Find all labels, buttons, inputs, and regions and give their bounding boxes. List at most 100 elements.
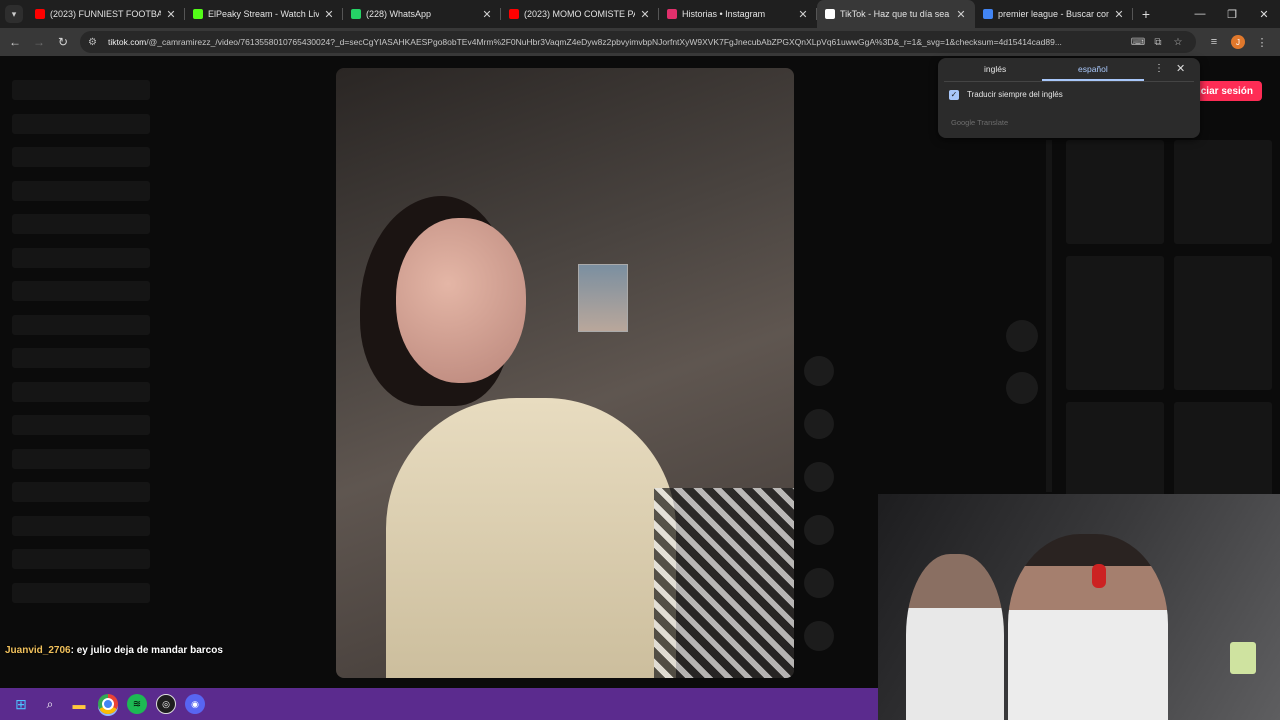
video-subject-shirt [386, 398, 676, 678]
streamer-right [1008, 534, 1168, 720]
whatsapp-icon [351, 9, 361, 19]
google-icon [983, 9, 993, 19]
youtube-icon [509, 9, 519, 19]
sidebar-skeleton-row [12, 549, 150, 569]
video-player[interactable] [336, 68, 794, 678]
browser-tab[interactable]: Historias • Instagram ✕ [659, 0, 817, 28]
file-explorer-icon[interactable]: ▬ [69, 694, 89, 714]
sidebar-skeleton-row [12, 180, 150, 201]
tab-title: Historias • Instagram [682, 9, 766, 19]
grid-cell[interactable] [1174, 140, 1272, 244]
obs-icon[interactable]: ◎ [156, 694, 176, 714]
tab-title: (2023) FUNNIEST FOOTBALL M [50, 9, 161, 19]
grid-cell[interactable] [1174, 256, 1272, 390]
action-skeleton[interactable] [804, 515, 834, 545]
windows-start-icon[interactable]: ⊞ [11, 694, 31, 714]
close-icon[interactable]: ✕ [1176, 62, 1185, 75]
webcam-overlay [878, 494, 1280, 720]
grid-row [1066, 140, 1272, 244]
tab-close-icon[interactable]: ✕ [1113, 8, 1125, 21]
chat-message: Juanvid_2706: ey julio deja de mandar ba… [5, 645, 223, 656]
tiktok-icon [825, 9, 835, 19]
prev-video-skeleton[interactable] [1006, 320, 1038, 352]
browser-tab[interactable]: (228) WhatsApp ✕ [343, 0, 501, 28]
sidebar-skeleton [12, 80, 150, 616]
youtube-icon [35, 9, 45, 19]
grid-cell[interactable] [1066, 140, 1164, 244]
sidebar-skeleton-row [12, 415, 150, 435]
action-skeleton[interactable] [804, 462, 834, 492]
grid-row [1066, 256, 1272, 390]
browser-tab[interactable]: TikTok - Haz que tu día sea esp ✕ [817, 0, 975, 28]
address-bar[interactable]: ⚙ tiktok.com/@_camramirezz_/video/761355… [80, 31, 1196, 53]
chat-username: Juanvid_2706 [5, 645, 71, 656]
media-controls-icon[interactable]: ≡ [1202, 30, 1226, 54]
sidebar-skeleton-row [12, 247, 150, 268]
url-path: /@_camramirezz_/video/761355801076543002… [146, 37, 1062, 47]
tab-search-icon[interactable]: ▾ [5, 5, 23, 23]
site-info-icon[interactable]: ⚙ [88, 37, 102, 48]
sidebar-skeleton-row [12, 381, 150, 402]
translate-options-icon[interactable]: ⋮ [1154, 63, 1164, 74]
grid-cell[interactable] [1174, 402, 1272, 506]
tab-title: ElPeaky Stream - Watch Live on [208, 9, 319, 19]
restore-icon[interactable]: ❐ [1216, 0, 1248, 28]
video-bed [654, 488, 794, 678]
browser-tab[interactable]: ElPeaky Stream - Watch Live on ✕ [185, 0, 343, 28]
reload-icon[interactable]: ↻ [51, 30, 75, 54]
always-translate-checkbox[interactable]: ✓ [949, 90, 959, 100]
tab-close-icon[interactable]: ✕ [323, 8, 335, 21]
menu-kebab-icon[interactable]: ⋮ [1250, 30, 1274, 54]
sidebar-skeleton-row [12, 80, 150, 100]
tab-close-icon[interactable]: ✕ [955, 8, 967, 21]
next-video-skeleton[interactable] [1006, 372, 1038, 404]
tab-close-icon[interactable]: ✕ [481, 8, 493, 21]
action-bar-skeleton [804, 356, 834, 674]
action-skeleton[interactable] [804, 356, 834, 386]
sidebar-skeleton-row [12, 348, 150, 368]
wall-poster [578, 264, 628, 332]
browser-tab[interactable]: (2023) MOMO COMISTE PASTO ✕ [501, 0, 659, 28]
tab-close-icon[interactable]: ✕ [639, 8, 651, 21]
tab-source-language[interactable]: inglés [984, 64, 1006, 74]
url-text[interactable]: tiktok.com/@_camramirezz_/video/76135580… [108, 37, 1128, 47]
action-skeleton[interactable] [804, 621, 834, 651]
kick-icon [193, 9, 203, 19]
forward-icon[interactable]: → [27, 30, 51, 54]
sidebar-skeleton-row [12, 482, 150, 502]
action-skeleton[interactable] [804, 568, 834, 598]
discord-icon[interactable]: ◉ [185, 694, 205, 714]
tab-list: (2023) FUNNIEST FOOTBALL M✕ElPeaky Strea… [27, 0, 1133, 28]
nav-arrows-skeleton [1006, 320, 1038, 424]
tab-close-icon[interactable]: ✕ [797, 8, 809, 21]
chat-text: : ey julio deja de mandar barcos [70, 645, 223, 656]
install-app-icon[interactable]: ⧉ [1148, 37, 1168, 48]
tab-target-language[interactable]: español [1078, 64, 1108, 74]
always-translate-label: Traducir siempre del inglés [967, 90, 1063, 99]
tab-title: premier league - Buscar con G [998, 9, 1109, 19]
minimize-icon[interactable]: — [1184, 0, 1216, 28]
browser-tab[interactable]: premier league - Buscar con G ✕ [975, 0, 1133, 28]
window-controls: — ❐ ✕ [1184, 0, 1280, 28]
new-tab-button[interactable]: + [1135, 0, 1157, 28]
grid-row [1066, 402, 1272, 506]
back-icon[interactable]: ← [3, 30, 27, 54]
related-videos-skeleton [1066, 140, 1272, 518]
bookmark-star-icon[interactable]: ☆ [1168, 37, 1188, 48]
spotify-icon[interactable]: ≋ [127, 694, 147, 714]
close-window-icon[interactable]: ✕ [1248, 0, 1280, 28]
tab-close-icon[interactable]: ✕ [165, 8, 177, 21]
tab-title: (228) WhatsApp [366, 9, 432, 19]
grid-cell[interactable] [1066, 256, 1164, 390]
profile-avatar[interactable]: J [1231, 35, 1245, 49]
cup [1230, 642, 1256, 674]
action-skeleton[interactable] [804, 409, 834, 439]
sidebar-skeleton-row [12, 113, 150, 134]
sidebar-skeleton-row [12, 314, 150, 335]
chrome-icon[interactable] [98, 694, 118, 714]
search-icon[interactable]: ⌕ [40, 694, 60, 714]
translate-icon[interactable]: ⌨ [1128, 37, 1148, 48]
sidebar-skeleton-row [12, 281, 150, 301]
grid-cell[interactable] [1066, 402, 1164, 506]
browser-tab[interactable]: (2023) FUNNIEST FOOTBALL M ✕ [27, 0, 185, 28]
